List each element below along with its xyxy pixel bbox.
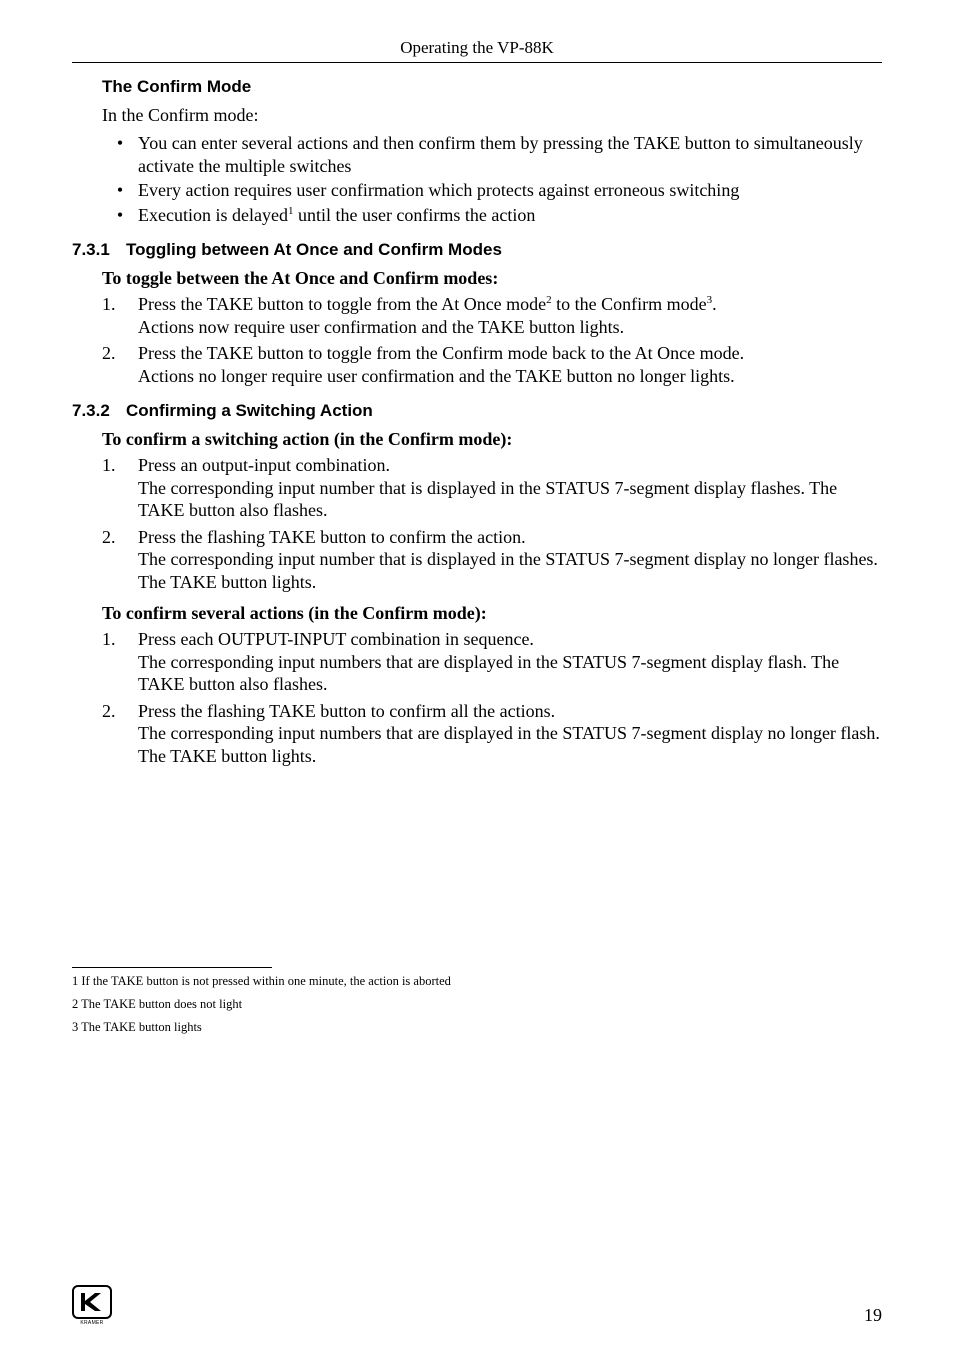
footnote-rule	[72, 967, 272, 968]
step-number: 1.	[102, 293, 138, 338]
text-fragment: Actions no longer require user confirmat…	[138, 366, 735, 386]
page-footer: KRAMER 19	[72, 1285, 882, 1326]
text-fragment: Execution is delayed	[138, 205, 288, 225]
step-body: Press the TAKE button to toggle from the…	[138, 293, 882, 338]
step-body: Press the flashing TAKE button to confir…	[138, 700, 882, 768]
lead-confirm-action: To confirm a switching action (in the Co…	[102, 429, 882, 450]
toggle-steps: 1. Press the TAKE button to toggle from …	[102, 293, 882, 387]
text-fragment: .	[712, 294, 717, 314]
step-body: Press the flashing TAKE button to confir…	[138, 526, 882, 594]
list-item: 2. Press the flashing TAKE button to con…	[102, 526, 882, 594]
bullet-icon: •	[102, 204, 138, 227]
list-item: 1. Press an output-input combination. Th…	[102, 454, 882, 522]
heading-7-3-1: 7.3.1 Toggling between At Once and Confi…	[72, 240, 882, 260]
logo-caption: KRAMER	[72, 1320, 112, 1326]
text-fragment: to the Confirm mode	[552, 294, 707, 314]
bullet-text: Every action requires user confirmation …	[138, 179, 882, 202]
heading-number: 7.3.1	[72, 240, 126, 260]
confirm-bullets: • You can enter several actions and then…	[102, 132, 882, 226]
text-fragment: The corresponding input number that is d…	[138, 478, 837, 521]
step-number: 1.	[102, 628, 138, 696]
step-number: 2.	[102, 526, 138, 594]
heading-7-3-2: 7.3.2 Confirming a Switching Action	[72, 401, 882, 421]
heading-number: 7.3.2	[72, 401, 126, 421]
step-body: Press an output-input combination. The c…	[138, 454, 882, 522]
step-number: 2.	[102, 700, 138, 768]
confirm-action-steps: 1. Press an output-input combination. Th…	[102, 454, 882, 593]
footnote-3: 3 The TAKE button lights	[72, 1020, 882, 1035]
text-fragment: Press the TAKE button to toggle from the…	[138, 343, 744, 363]
heading-text: Toggling between At Once and Confirm Mod…	[126, 240, 502, 260]
bullet-icon: •	[102, 132, 138, 177]
list-item: 1. Press each OUTPUT-INPUT combination i…	[102, 628, 882, 696]
page-number: 19	[864, 1305, 882, 1326]
bullet-text: You can enter several actions and then c…	[138, 132, 882, 177]
running-header: Operating the VP-88K	[72, 38, 882, 63]
list-item: • You can enter several actions and then…	[102, 132, 882, 177]
text-fragment: The corresponding input numbers that are…	[138, 723, 880, 766]
list-item: • Every action requires user confirmatio…	[102, 179, 882, 202]
list-item: 1. Press the TAKE button to toggle from …	[102, 293, 882, 338]
text-fragment: Actions now require user confirmation an…	[138, 317, 624, 337]
confirm-intro: In the Confirm mode:	[102, 105, 882, 126]
step-body: Press the TAKE button to toggle from the…	[138, 342, 882, 387]
bullet-icon: •	[102, 179, 138, 202]
kramer-logo-icon	[72, 1285, 112, 1319]
list-item: 2. Press the flashing TAKE button to con…	[102, 700, 882, 768]
list-item: • Execution is delayed1 until the user c…	[102, 204, 882, 227]
text-fragment: Press the flashing TAKE button to confir…	[138, 701, 555, 721]
logo-container: KRAMER	[72, 1285, 112, 1326]
lead-toggle: To toggle between the At Once and Confir…	[102, 268, 882, 289]
text-fragment: Press each OUTPUT-INPUT combination in s…	[138, 629, 534, 649]
footnote-2: 2 The TAKE button does not light	[72, 997, 882, 1012]
step-number: 2.	[102, 342, 138, 387]
heading-text: Confirming a Switching Action	[126, 401, 373, 421]
text-fragment: Press an output-input combination.	[138, 455, 390, 475]
text-fragment: The corresponding input numbers that are…	[138, 652, 839, 695]
confirm-several-steps: 1. Press each OUTPUT-INPUT combination i…	[102, 628, 882, 767]
footnote-1: 1 If the TAKE button is not pressed with…	[72, 974, 882, 989]
text-fragment: Press the TAKE button to toggle from the…	[138, 294, 546, 314]
step-body: Press each OUTPUT-INPUT combination in s…	[138, 628, 882, 696]
text-fragment: Press the flashing TAKE button to confir…	[138, 527, 526, 547]
heading-confirm-mode: The Confirm Mode	[102, 77, 882, 97]
step-number: 1.	[102, 454, 138, 522]
text-fragment: until the user confirms the action	[293, 205, 535, 225]
text-fragment: The corresponding input number that is d…	[138, 549, 878, 592]
list-item: 2. Press the TAKE button to toggle from …	[102, 342, 882, 387]
lead-confirm-several: To confirm several actions (in the Confi…	[102, 603, 882, 624]
bullet-text: Execution is delayed1 until the user con…	[138, 204, 882, 227]
